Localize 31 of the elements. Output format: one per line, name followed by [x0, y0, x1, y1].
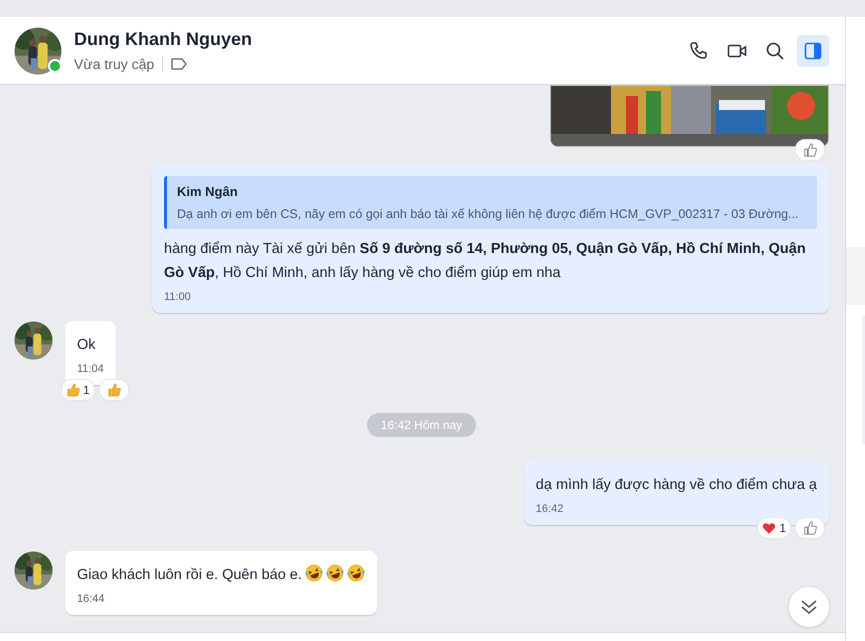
heart-icon	[762, 521, 776, 535]
contact-name: Dung Khanh Nguyen	[74, 29, 253, 50]
message-text: dạ mình lấy được hàng về cho điểm chưa ạ	[536, 477, 817, 493]
laughing-face-icon	[304, 564, 323, 582]
message-time: 16:42	[536, 503, 564, 515]
laughing-face-icon	[346, 564, 365, 582]
panel-button[interactable]	[797, 34, 829, 66]
reaction-chip[interactable]	[795, 517, 825, 539]
message-text: Ok	[77, 337, 96, 353]
thumbs-up-icon	[803, 143, 817, 157]
last-seen-status: Vừa truy cập	[74, 56, 154, 72]
thumbs-up-icon	[106, 383, 121, 397]
message-time: 11:00	[164, 291, 192, 303]
thumbs-up-icon	[803, 521, 817, 535]
search-icon	[765, 40, 785, 60]
message-text: hàng điểm này Tài xế gửi bên Số 9 đường số 14, Phường 05, Quận Gò Vấp, Hồ Chí Minh, Quận Gò Vấp, Hồ Chí Minh, anh lấy hàng về cho điểm giúp em nha	[164, 240, 807, 283]
message-time: 16:44	[77, 593, 106, 605]
quote-text: Dạ anh ơi em bên CS, nãy em có gọi anh báo tài xế không liên hệ được điểm HCM_GVP_002317 - 03 Đường...	[177, 207, 800, 221]
reaction-chip[interactable]: 1	[61, 379, 95, 401]
date-divider: 16:42 Hôm nay	[366, 413, 476, 437]
quote-author: Kim Ngân	[177, 184, 239, 199]
reaction-chip[interactable]	[795, 139, 825, 161]
laughing-face-icon	[326, 564, 344, 582]
message-text: Giao khách luôn rồi e. Quên báo e.	[77, 567, 302, 583]
quoted-message[interactable]: Kim Ngân Dạ anh ơi em bên CS, nãy em có gọi anh báo tài xế không liên hệ được điểm HCM_GVP_002317 - 03 Đường...	[164, 176, 817, 229]
tag-icon[interactable]	[171, 58, 188, 70]
reaction-chip[interactable]: 1	[757, 517, 791, 539]
message-time: 11:04	[77, 363, 104, 375]
thumbs-up-icon	[66, 383, 80, 397]
phone-icon	[689, 40, 709, 60]
side-panel-icon	[803, 40, 823, 60]
